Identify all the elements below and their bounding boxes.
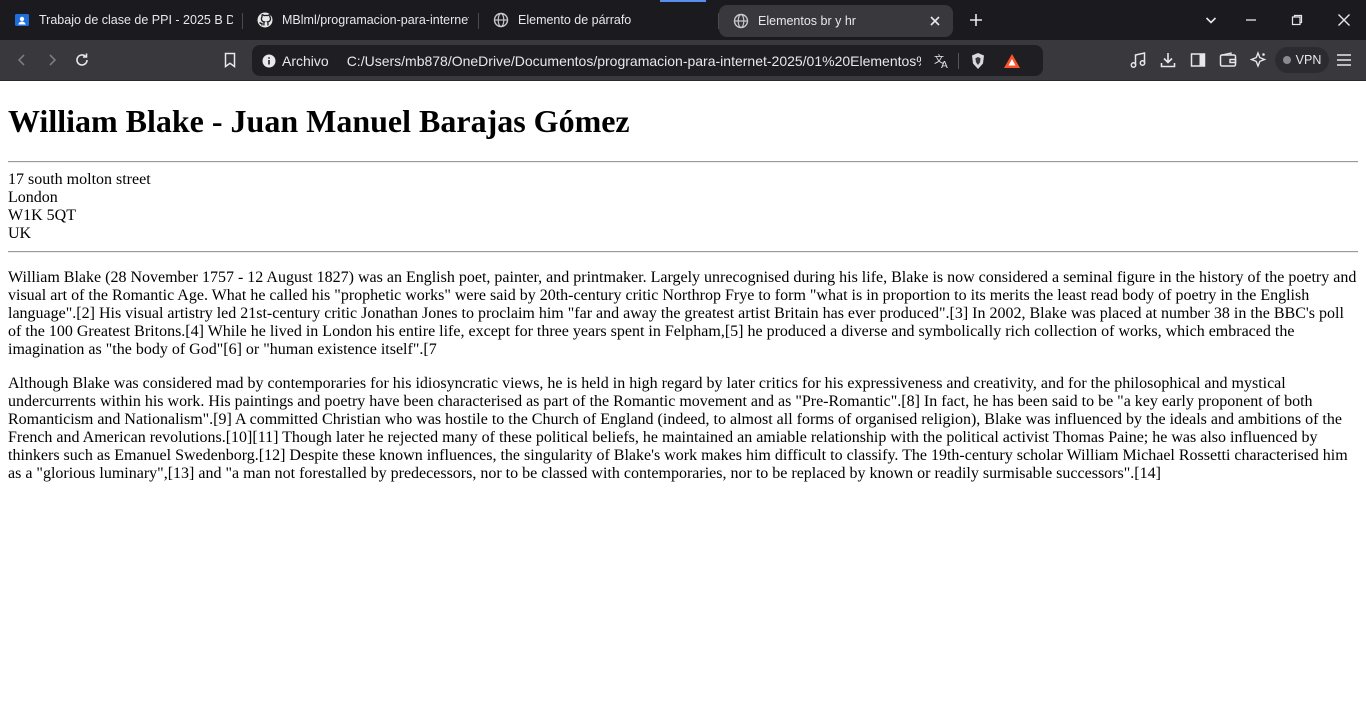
page-heading: William Blake - Juan Manuel Barajas Góme… — [8, 103, 630, 139]
browser-toolbar: Archivo C:/Users/mb878/OneDrive/Document… — [0, 40, 1366, 81]
leo-ai-icon[interactable] — [1248, 50, 1268, 70]
menu-icon[interactable] — [1334, 50, 1354, 70]
globe-icon — [733, 13, 749, 29]
tab-title: Trabajo de clase de PPI - 2025 B D04 — [39, 13, 233, 27]
restore-icon[interactable] — [1287, 10, 1307, 30]
close-tab-icon[interactable] — [927, 13, 943, 29]
tab-github[interactable]: MBlml/programacion-para-internet — [243, 4, 479, 36]
tab-title: Elemento de párrafo — [518, 13, 632, 27]
tab-strip-indicator — [660, 0, 706, 2]
biography-paragraph: Although Blake was considered mad by con… — [8, 375, 1348, 482]
page-content: William Blake - Juan Manuel Barajas Góme… — [0, 82, 1366, 728]
address-line: 17 south molton street — [8, 171, 151, 188]
site-info-icon[interactable] — [262, 54, 276, 68]
vpn-status-icon — [1282, 56, 1291, 64]
omnibox-separator — [958, 53, 959, 69]
downloads-icon[interactable] — [1158, 50, 1178, 70]
svg-text:A: A — [941, 60, 948, 70]
url-value: C:/Users/mb878/OneDrive/Documentos/progr… — [346, 52, 921, 69]
sidebar-toggle-icon[interactable] — [1188, 50, 1208, 70]
bookmark-icon[interactable] — [220, 50, 240, 70]
github-icon — [257, 12, 273, 28]
brave-rewards-icon[interactable] — [1003, 52, 1021, 70]
vpn-label: VPN — [1295, 53, 1322, 67]
media-music-icon[interactable] — [1128, 50, 1148, 70]
file-scheme-chip: Archivo — [282, 52, 329, 69]
address-line: UK — [8, 225, 32, 242]
tab-strip: Trabajo de clase de PPI - 2025 B D04 MBl… — [0, 0, 1366, 40]
classroom-icon — [14, 12, 30, 28]
reload-icon[interactable] — [72, 50, 92, 70]
tab-elemento-parrafo[interactable]: Elemento de párrafo — [479, 4, 719, 36]
tab-elementos-br-hr[interactable]: Elementos br y hr — [719, 5, 953, 37]
tab-title: MBlml/programacion-para-internet — [282, 13, 469, 27]
address-block: 17 south molton street London W1K 5QT UK — [8, 171, 1358, 243]
wallet-icon[interactable] — [1218, 50, 1238, 70]
tab-search-chevron-icon[interactable] — [1201, 10, 1221, 30]
address-line: W1K 5QT — [8, 207, 76, 224]
divider-bottom — [8, 251, 1358, 253]
divider-top — [8, 161, 1358, 163]
biography-paragraph: William Blake (28 November 1757 - 12 Aug… — [8, 269, 1357, 358]
back-icon[interactable] — [12, 50, 32, 70]
tab-classroom[interactable]: Trabajo de clase de PPI - 2025 B D04 — [0, 4, 243, 36]
tab-title: Elementos br y hr — [758, 14, 856, 28]
url-text[interactable]: C:/Users/mb878/OneDrive/Documentos/progr… — [347, 53, 921, 69]
translate-icon[interactable]: 文A — [933, 52, 951, 70]
close-window-icon[interactable] — [1334, 10, 1354, 30]
minimize-icon[interactable] — [1241, 10, 1261, 30]
address-line: London — [8, 189, 58, 206]
vpn-button[interactable]: VPN — [1275, 47, 1329, 73]
new-tab-icon[interactable] — [966, 10, 986, 30]
forward-icon[interactable] — [42, 50, 62, 70]
address-bar[interactable]: Archivo C:/Users/mb878/OneDrive/Document… — [252, 45, 1043, 76]
globe-icon — [493, 12, 509, 28]
brave-shields-icon[interactable] — [969, 52, 987, 70]
